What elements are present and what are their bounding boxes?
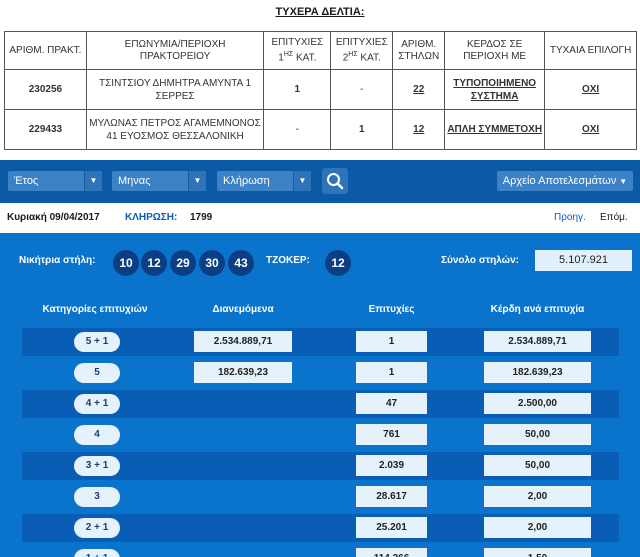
cat2-wins: - bbox=[330, 69, 394, 110]
winning-number-ball: 10 bbox=[113, 250, 139, 276]
year-dropdown[interactable]: Έτος ▼ bbox=[8, 171, 102, 191]
year-dropdown-label: Έτος bbox=[14, 175, 39, 187]
winners-count: 1 bbox=[356, 331, 427, 352]
total-columns-value: 5.107.921 bbox=[535, 250, 632, 271]
winning-label: Νικήτρια στήλη: bbox=[19, 255, 96, 266]
month-dropdown[interactable]: Μηνας ▼ bbox=[112, 171, 206, 191]
archive-label: Αρχείο Αποτελεσμάτων bbox=[502, 175, 617, 187]
category-pill: 4 + 1 bbox=[74, 394, 120, 414]
cat2-wins: 1 bbox=[330, 109, 394, 150]
agency-code: 230256 bbox=[4, 69, 87, 110]
category-pill: 1 + 1 bbox=[74, 549, 120, 557]
category-pill: 5 bbox=[74, 363, 120, 383]
columns-link[interactable]: 12 bbox=[392, 109, 446, 150]
winners-count: 1 bbox=[356, 362, 427, 383]
prize-row: 2 + 1 25.201 2,00 bbox=[22, 514, 619, 542]
header-prize-per-win: Κέρδη ανά επιτυχία bbox=[490, 304, 585, 315]
distributed-amount: 2.534.889,71 bbox=[194, 331, 292, 352]
prize-per-win: 2,00 bbox=[484, 486, 591, 507]
prize-row: 5 182.639,23 1 182.639,23 bbox=[22, 359, 619, 387]
search-button[interactable] bbox=[322, 168, 348, 194]
draw-label: ΚΛΗΡΩΣΗ: bbox=[125, 212, 178, 223]
draw-date: Κυριακή 09/04/2017 bbox=[7, 212, 100, 223]
category-pill: 4 bbox=[74, 425, 120, 445]
previous-draw-link[interactable]: Προηγ. bbox=[554, 203, 586, 233]
archive-dropdown[interactable]: Αρχείο Αποτελεσμάτων ▼ bbox=[497, 171, 633, 191]
distributed-amount: 182.639,23 bbox=[194, 362, 292, 383]
winners-count: 47 bbox=[356, 393, 427, 414]
area-link[interactable]: ΤΥΠΟΠΟΙΗΜΕΝΟ ΣΥΣΤΗΜΑ bbox=[444, 69, 546, 110]
cat1-wins: 1 bbox=[263, 69, 332, 110]
header-cat1: ΕΠΙΤΥΧΙΕΣ 1ΗΣ ΚΑΤ. bbox=[263, 31, 332, 70]
lucky-tickets-title: ΤΥΧΕΡΑ ΔΕΛΤΙΑ: bbox=[275, 6, 365, 18]
total-columns-label: Σύνολο στηλών: bbox=[441, 255, 520, 266]
winners-count: 2.039 bbox=[356, 455, 427, 476]
header-random: ΤΥΧΑΙΑ ΕΠΙΛΟΓΗ bbox=[544, 31, 637, 70]
prize-per-win: 2.534.889,71 bbox=[484, 331, 591, 352]
winning-number-ball: 12 bbox=[141, 250, 167, 276]
lucky-tickets-table: ΑΡΙΘΜ. ΠΡΑΚΤ. ΕΠΩΝΥΜΙΑ/ΠΕΡΙΟΧΗ ΠΡΑΚΤΟΡΕΙΟ… bbox=[4, 31, 637, 150]
prize-per-win: 2,00 bbox=[484, 517, 591, 538]
header-agency-name: ΕΠΩΝΥΜΙΑ/ΠΕΡΙΟΧΗ ΠΡΑΚΤΟΡΕΙΟΥ bbox=[85, 31, 265, 70]
results-panel: Νικήτρια στήλη: 10 12 29 30 43 ΤΖΟΚΕΡ: 1… bbox=[0, 233, 640, 557]
header-columns: ΑΡΙΘΜ. ΣΤΗΛΩΝ bbox=[392, 31, 446, 70]
header-agency-code: ΑΡΙΘΜ. ΠΡΑΚΤ. bbox=[4, 31, 87, 70]
prize-row: 5 + 1 2.534.889,71 1 2.534.889,71 bbox=[22, 328, 619, 356]
joker-ball: 12 bbox=[325, 250, 351, 276]
category-pill: 2 + 1 bbox=[74, 518, 120, 538]
prize-row: 4 + 1 47 2.500,00 bbox=[22, 390, 619, 418]
prize-row: 3 28.617 2,00 bbox=[22, 483, 619, 511]
agency-code: 229433 bbox=[4, 109, 87, 150]
cat1-wins: - bbox=[263, 109, 332, 150]
winning-number-ball: 29 bbox=[170, 250, 196, 276]
table-header-row: ΑΡΙΘΜ. ΠΡΑΚΤ. ΕΠΩΝΥΜΙΑ/ΠΕΡΙΟΧΗ ΠΡΑΚΤΟΡΕΙΟ… bbox=[4, 31, 637, 70]
prize-row: 1 + 1 114.266 1,50 bbox=[22, 545, 619, 557]
draw-dropdown-label: Κλήρωση bbox=[223, 175, 270, 187]
draw-info-bar: Κυριακή 09/04/2017 ΚΛΗΡΩΣΗ: 1799 Προηγ. … bbox=[0, 203, 640, 233]
category-pill: 3 bbox=[74, 487, 120, 507]
category-pill: 5 + 1 bbox=[74, 332, 120, 352]
joker-label: ΤΖΟΚΕΡ: bbox=[266, 255, 310, 266]
agency-name: ΤΣΙΝΤΣΙΟΥ ΔΗΜΗΤΡΑ ΑΜΥΝΤΑ 1 ΣΕΡΡΕΣ bbox=[85, 69, 265, 110]
header-cat2: ΕΠΙΤΥΧΙΕΣ 2ΗΣ ΚΑΤ. bbox=[330, 31, 394, 70]
prize-table-header: Κατηγορίες επιτυχιών Διανεμόμενα Επιτυχί… bbox=[0, 296, 640, 322]
prize-per-win: 2.500,00 bbox=[484, 393, 591, 414]
chevron-down-icon: ▼ bbox=[619, 177, 628, 186]
prize-row: 3 + 1 2.039 50,00 bbox=[22, 452, 619, 480]
search-icon bbox=[327, 173, 344, 190]
next-draw-link[interactable]: Επόμ. bbox=[600, 203, 628, 233]
winners-count: 761 bbox=[356, 424, 427, 445]
prize-per-win: 50,00 bbox=[484, 424, 591, 445]
category-pill: 3 + 1 bbox=[74, 456, 120, 476]
winners-count: 28.617 bbox=[356, 486, 427, 507]
winning-row: Νικήτρια στήλη: 10 12 29 30 43 ΤΖΟΚΕΡ: 1… bbox=[0, 233, 640, 291]
winning-number-ball: 30 bbox=[199, 250, 225, 276]
area-link[interactable]: ΑΠΛΗ ΣΥΜΜΕΤΟΧΗ bbox=[444, 109, 546, 150]
chevron-down-icon: ▼ bbox=[84, 171, 102, 191]
agency-name: ΜΥΛΩΝΑΣ ΠΕΤΡΟΣ ΑΓΑΜΕΜΝΟΝΟΣ 41 ΕΥΟΣΜΟΣ ΘΕ… bbox=[85, 109, 265, 150]
prize-per-win: 50,00 bbox=[484, 455, 591, 476]
header-winners: Επιτυχίες bbox=[368, 304, 415, 315]
prize-per-win: 1,50 bbox=[484, 548, 591, 557]
chevron-down-icon: ▼ bbox=[293, 171, 311, 191]
header-distributed: Διανεμόμενα bbox=[212, 304, 274, 315]
winners-count: 25.201 bbox=[356, 517, 427, 538]
header-categories: Κατηγορίες επιτυχιών bbox=[42, 304, 148, 315]
table-row: 230256 ΤΣΙΝΤΣΙΟΥ ΔΗΜΗΤΡΑ ΑΜΥΝΤΑ 1 ΣΕΡΡΕΣ… bbox=[4, 69, 637, 110]
draw-number: 1799 bbox=[190, 212, 213, 223]
prize-per-win: 182.639,23 bbox=[484, 362, 591, 383]
chevron-down-icon: ▼ bbox=[188, 171, 206, 191]
header-area: ΚΕΡΔΟΣ ΣΕ ΠΕΡΙΟΧΗ ΜΕ bbox=[444, 31, 546, 70]
columns-link[interactable]: 22 bbox=[392, 69, 446, 110]
prize-row: 4 761 50,00 bbox=[22, 421, 619, 449]
filter-toolbar: Έτος ▼ Μηνας ▼ Κλήρωση ▼ Αρχείο Αποτελεσ… bbox=[0, 160, 640, 203]
month-dropdown-label: Μηνας bbox=[118, 175, 151, 187]
table-row: 229433 ΜΥΛΩΝΑΣ ΠΕΤΡΟΣ ΑΓΑΜΕΜΝΟΝΟΣ 41 ΕΥΟ… bbox=[4, 109, 637, 150]
winners-count: 114.266 bbox=[356, 548, 427, 557]
random-link[interactable]: ΟΧΙ bbox=[544, 109, 637, 150]
draw-dropdown[interactable]: Κλήρωση ▼ bbox=[217, 171, 311, 191]
winning-number-ball: 43 bbox=[228, 250, 254, 276]
random-link[interactable]: ΟΧΙ bbox=[544, 69, 637, 110]
